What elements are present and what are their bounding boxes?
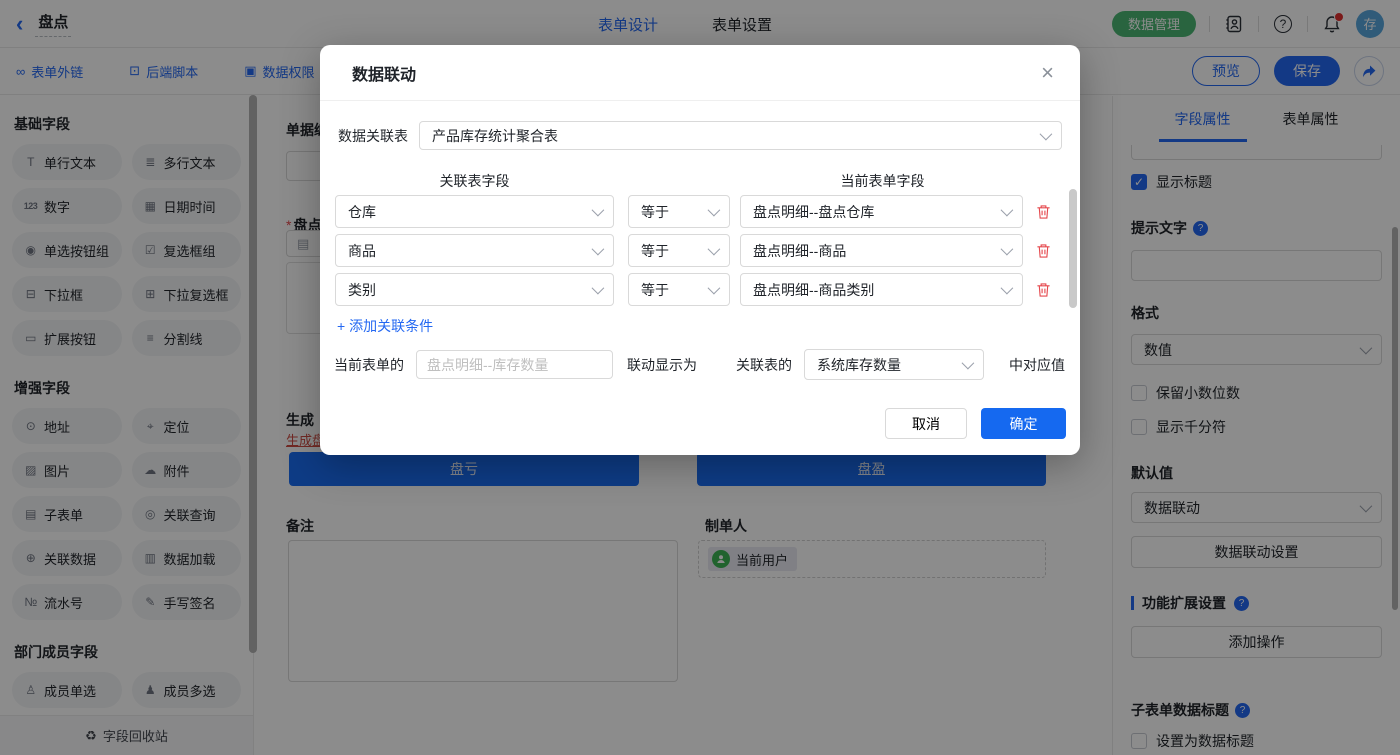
chevron-down-icon: [592, 204, 605, 217]
current-field-input[interactable]: [416, 350, 613, 379]
rel-table-of-label: 关联表的: [736, 355, 792, 375]
chevron-down-icon: [708, 282, 721, 295]
linkage-rule-row: 当前表单的 联动显示为 关联表的 系统库存数量 中对应值: [334, 349, 1065, 380]
chevron-down-icon: [1040, 128, 1053, 141]
cancel-button[interactable]: 取消: [885, 408, 967, 439]
corresponding-value-label: 中对应值: [1009, 355, 1065, 375]
rel-table-select[interactable]: 产品库存统计聚合表: [419, 121, 1062, 150]
link-display-label: 联动显示为: [627, 355, 697, 375]
condition-row: 仓库 等于 盘点明细--盘点仓库: [335, 195, 1051, 228]
rel-table-label: 数据关联表: [338, 126, 408, 146]
delete-condition-icon[interactable]: [1036, 204, 1051, 220]
rel-field-select[interactable]: 商品: [335, 234, 614, 267]
chevron-down-icon: [1001, 243, 1014, 256]
chevron-down-icon: [962, 357, 975, 370]
rel-value-field-select[interactable]: 系统库存数量: [804, 349, 984, 380]
confirm-button[interactable]: 确定: [981, 408, 1066, 439]
modal-scrollbar[interactable]: [1069, 189, 1077, 308]
current-form-label: 当前表单的: [334, 355, 404, 375]
column-header-left: 关联表字段: [335, 171, 614, 191]
app-window: ‹ 盘点 表单设计 表单设置 数据管理 ?: [0, 0, 1400, 755]
chevron-down-icon: [708, 243, 721, 256]
modal-title: 数据联动: [352, 61, 416, 85]
operator-select[interactable]: 等于: [628, 234, 730, 267]
chevron-down-icon: [1001, 282, 1014, 295]
operator-select[interactable]: 等于: [628, 273, 730, 306]
data-linkage-modal: 数据联动 × 数据关联表 产品库存统计聚合表 关联表字段 当前表单字段 仓库 等…: [320, 45, 1080, 455]
form-field-select[interactable]: 盘点明细--商品类别: [740, 273, 1023, 306]
form-field-select[interactable]: 盘点明细--盘点仓库: [740, 195, 1023, 228]
delete-condition-icon[interactable]: [1036, 243, 1051, 259]
chevron-down-icon: [1001, 204, 1014, 217]
delete-condition-icon[interactable]: [1036, 282, 1051, 298]
condition-row: 商品 等于 盘点明细--商品: [335, 234, 1051, 267]
close-icon[interactable]: ×: [1041, 62, 1054, 84]
chevron-down-icon: [592, 282, 605, 295]
operator-select[interactable]: 等于: [628, 195, 730, 228]
chevron-down-icon: [592, 243, 605, 256]
add-condition-link[interactable]: + 添加关联条件: [337, 316, 433, 336]
column-header-right: 当前表单字段: [741, 171, 1024, 191]
form-field-select[interactable]: 盘点明细--商品: [740, 234, 1023, 267]
chevron-down-icon: [708, 204, 721, 217]
rel-field-select[interactable]: 类别: [335, 273, 614, 306]
condition-row: 类别 等于 盘点明细--商品类别: [335, 273, 1051, 306]
rel-field-select[interactable]: 仓库: [335, 195, 614, 228]
